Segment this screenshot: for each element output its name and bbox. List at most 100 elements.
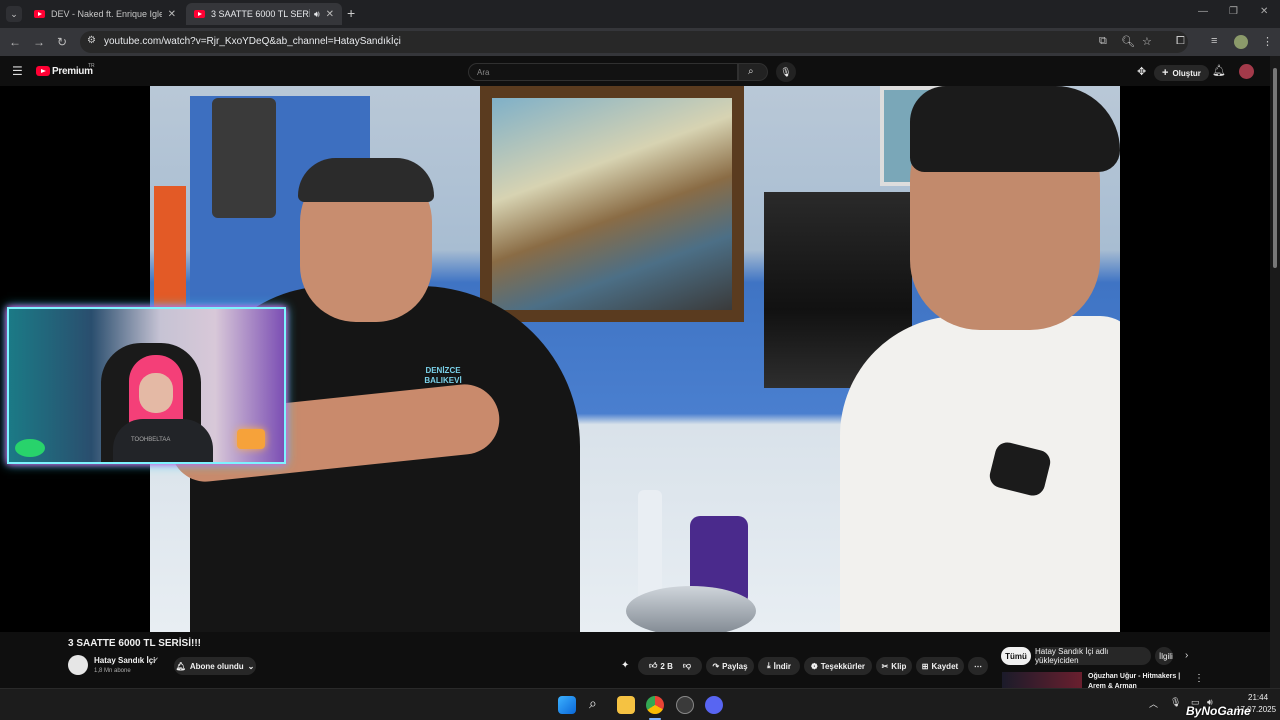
dislike-button[interactable]: 👎︎ <box>683 661 691 671</box>
discord-icon[interactable] <box>705 696 723 714</box>
notifications-bell-icon[interactable]: 🔔︎ <box>1212 64 1226 77</box>
plus-icon: + <box>1162 67 1169 79</box>
search-icon: ⌕ <box>748 66 754 77</box>
browser-tab-strip: ⌄ DEV - Naked ft. Enrique Iglesias ✕ 3 S… <box>0 0 1280 28</box>
search-input[interactable]: Ara <box>468 63 738 81</box>
scrollbar-thumb[interactable] <box>1273 68 1277 268</box>
new-tab-button[interactable]: + <box>347 5 355 21</box>
clock-time[interactable]: 21:44 <box>1248 693 1268 702</box>
man-right-hair <box>910 86 1120 172</box>
profile-avatar[interactable] <box>1234 35 1248 49</box>
clip-button[interactable]: ✂ Klip <box>876 657 912 675</box>
windows-taskbar: ⌕ ︿ 🎙︎ ▭ 🔊︎ 21:44 17.07.2025 ByNoGame <box>0 688 1280 720</box>
tab-search-button[interactable]: ⌄ <box>6 6 22 22</box>
browser-tab-dev-naked[interactable]: DEV - Naked ft. Enrique Iglesias ✕ <box>26 3 184 25</box>
steel-bowl <box>626 586 756 632</box>
region-code: TR <box>88 63 95 69</box>
chevron-down-icon: ⌄ <box>247 661 255 671</box>
zoom-icon[interactable]: 🔍︎ <box>1121 35 1135 48</box>
save-label: Kaydet <box>931 661 959 671</box>
browser-tab-active-video[interactable]: 3 SAATTE 6000 TL SERİSİ!!! 🔊︎ ✕ <box>186 3 342 25</box>
youtube-logo-icon[interactable] <box>36 66 50 76</box>
share-icon: ↷ <box>712 661 720 671</box>
url-text[interactable]: youtube.com/watch?v=Rjr_KxoYDeQ&ab_chann… <box>104 36 401 47</box>
framed-painting <box>480 86 744 322</box>
install-app-icon[interactable]: ⧉ <box>1099 35 1107 48</box>
verified-badge-icon: ✔ <box>153 657 159 664</box>
bookmark-star-icon[interactable]: ☆ <box>1142 35 1152 48</box>
thumbs-up-icon: 👍︎ <box>649 661 658 670</box>
chrome-app-icon[interactable] <box>646 696 664 714</box>
cam-green-light <box>15 439 45 457</box>
clip-label: Klip <box>891 661 907 671</box>
chevron-right-icon[interactable]: › <box>1185 650 1188 661</box>
browser-toolbar: ← → ↻ ⚙︎ youtube.com/watch?v=Rjr_KxoYDeQ… <box>0 28 1280 56</box>
create-label: Oluştur <box>1172 68 1201 78</box>
download-icon: ⤓ <box>767 661 771 670</box>
close-tab-icon[interactable]: ✕ <box>326 9 334 20</box>
spray-bottle <box>638 490 662 600</box>
reload-icon[interactable]: ↻ <box>57 35 67 49</box>
youtube-premium-label[interactable]: Premium <box>52 66 93 77</box>
cast-icon[interactable]: ✥ <box>1137 65 1146 78</box>
windows-start-icon[interactable] <box>558 696 576 714</box>
github-desktop-icon[interactable] <box>676 696 694 714</box>
more-actions-button[interactable]: ⋯ <box>968 657 988 675</box>
tray-mic-icon[interactable]: 🎙︎ <box>1170 697 1181 708</box>
subscribed-button[interactable]: 🔔︎ Abone olundu ⌄ <box>174 657 256 675</box>
channel-name[interactable]: Hatay Sandık İçi <box>94 656 155 665</box>
taskbar-search-icon[interactable]: ⌕ <box>589 695 597 712</box>
tab-title: 3 SAATTE 6000 TL SERİSİ!!! <box>211 9 310 19</box>
like-button[interactable]: 👍︎ 2 B <box>649 661 673 671</box>
media-control-icon[interactable]: ≡ <box>1211 35 1217 47</box>
shirt-logo: DENİZCE BALIKEVİ <box>424 366 462 385</box>
channel-avatar[interactable] <box>68 655 88 675</box>
search-button[interactable]: ⌕ <box>738 63 768 81</box>
save-button[interactable]: ⊞ Kaydet <box>916 657 964 675</box>
video-frame[interactable]: DENİZCE BALIKEVİ <box>150 86 1120 632</box>
ai-ask-icon[interactable]: ✦ <box>621 660 629 671</box>
man-right-body <box>840 316 1120 632</box>
page-scrollbar[interactable] <box>1270 56 1280 688</box>
tray-chevron-up-icon[interactable]: ︿ <box>1149 697 1158 710</box>
cam-face <box>139 373 173 413</box>
subscribed-label: Abone olundu <box>189 661 244 671</box>
recommended-title[interactable]: Oğuzhan Uğur - Hitmakers | Arem & Arman <box>1088 672 1184 688</box>
like-count: 2 B <box>660 661 673 671</box>
download-button[interactable]: ⤓ İndir <box>758 657 800 675</box>
streamer-webcam-overlay: TOOHBELTAA <box>7 307 286 464</box>
cam-heater <box>237 429 265 449</box>
recommended-more-icon[interactable]: ⋮ <box>1194 673 1204 684</box>
man-left-hair <box>298 158 434 202</box>
close-tab-icon[interactable]: ✕ <box>168 9 176 20</box>
watermark-logo: ByNoGame <box>1186 704 1251 718</box>
chip-from-uploader[interactable]: Hatay Sandık İçi adlı yükleyiciden <box>1035 647 1151 665</box>
chrome-menu-icon[interactable]: ⋮ <box>1262 35 1273 48</box>
hamburger-menu-icon[interactable]: ☰ <box>12 64 23 78</box>
youtube-favicon-icon <box>34 10 45 18</box>
audio-playing-icon[interactable]: 🔊︎ <box>314 9 320 20</box>
back-arrow-icon[interactable]: ← <box>9 35 21 49</box>
share-button[interactable]: ↷ Paylaş <box>706 657 754 675</box>
scissors-icon: ✂ <box>881 661 889 671</box>
thanks-button[interactable]: ❁ Teşekkürler <box>804 657 872 675</box>
chip-related[interactable]: İlgili <box>1155 647 1173 665</box>
address-bar[interactable]: ⚙︎ youtube.com/watch?v=Rjr_KxoYDeQ&ab_ch… <box>80 31 1188 53</box>
extensions-icon[interactable]: ⧠ <box>1176 35 1185 48</box>
share-label: Paylaş <box>722 661 748 671</box>
create-button[interactable]: + Oluştur <box>1154 65 1209 81</box>
save-playlist-icon: ⊞ <box>921 661 929 671</box>
close-window-icon[interactable]: ✕ <box>1260 6 1268 17</box>
file-explorer-icon[interactable] <box>617 696 635 714</box>
voice-search-icon[interactable]: 🎙︎ <box>776 62 796 82</box>
chip-all[interactable]: Tümü <box>1001 647 1031 665</box>
site-info-icon[interactable]: ⚙︎ <box>87 35 96 46</box>
minimize-window-icon[interactable]: — <box>1198 6 1208 17</box>
restore-window-icon[interactable]: ❐ <box>1229 6 1238 17</box>
forward-arrow-icon[interactable]: → <box>33 35 45 49</box>
recommended-thumbnail[interactable] <box>1002 672 1082 688</box>
video-title: 3 SAATTE 6000 TL SERİSİ!!! <box>68 638 201 649</box>
bell-icon: 🔔︎ <box>175 661 186 671</box>
account-avatar[interactable] <box>1239 64 1254 79</box>
download-label: İndir <box>773 661 791 671</box>
